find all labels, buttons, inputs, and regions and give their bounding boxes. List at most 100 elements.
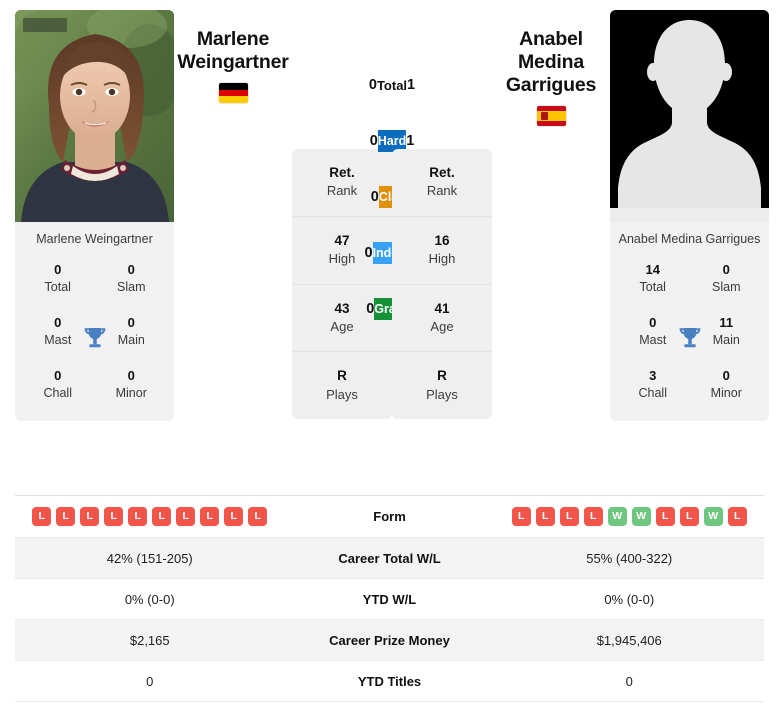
- table-row-form: LLLLLLLLLL Form LLLLWWLLWL: [15, 496, 764, 538]
- player-stat-card-right: Ret. Rank 16 High 41 Age R Plays: [392, 149, 492, 420]
- title-stat-label: Slam: [117, 279, 146, 294]
- title-stat-minor: 0 Minor: [95, 364, 169, 405]
- form-badge-l: L: [80, 507, 100, 526]
- title-stat-value: 0: [127, 261, 135, 277]
- stat-value: R: [337, 368, 347, 384]
- h2h-right-score: 1: [406, 133, 415, 149]
- title-stat-label: Slam: [712, 279, 741, 294]
- player-name-right-line1: Anabel Medina: [518, 28, 584, 73]
- form-badge-l: L: [176, 507, 196, 526]
- trophy-icon: [80, 325, 110, 355]
- form-badge-l: L: [200, 507, 220, 526]
- row-label-career-prize-money: Career Prize Money: [329, 632, 450, 648]
- row-label-form: Form: [373, 509, 406, 524]
- title-stat-value: 0: [127, 367, 135, 383]
- stat-plays-left: R Plays: [292, 352, 392, 419]
- form-strip-right: LLLLWWLLWL: [495, 507, 765, 526]
- title-stat-value: 0: [722, 367, 730, 383]
- player-name-column-left: Marlene Weingartner: [174, 10, 292, 107]
- stat-label: High: [428, 250, 456, 266]
- title-stat-label: Total: [639, 279, 666, 294]
- flag-es-icon: [536, 106, 566, 126]
- player-photo-placeholder-silhouette-image: [610, 10, 769, 222]
- titles-grid-right: 14 Total 0 Slam 0 Mast 11 Main 3 Chall 0…: [610, 256, 769, 421]
- title-stat-total: 14 Total: [616, 258, 690, 299]
- table-row-ytd-titles: 0 YTD Titles 0: [15, 661, 764, 702]
- h2h-left-score: 0: [364, 245, 373, 261]
- form-badge-l: L: [152, 507, 172, 526]
- title-stat-value: 3: [649, 367, 657, 383]
- player-card-right[interactable]: Anabel Medina Garrigues 14 Total 0 Slam …: [610, 10, 769, 422]
- player-photo-caption-left: Marlene Weingartner: [36, 232, 153, 246]
- form-badge-l: L: [56, 507, 76, 526]
- stat-value: 16: [434, 232, 450, 248]
- table-row-career-prize-money: $2,165 Career Prize Money $1,945,406: [15, 620, 764, 661]
- stat-value: Ret.: [329, 165, 355, 180]
- titles-grid-left: 0 Total 0 Slam 0 Mast 0 Main 0 Chall 0 M…: [15, 256, 174, 421]
- form-badge-l: L: [679, 507, 699, 526]
- head-to-head-comparison: Marlene Weingartner 0 Total 0 Slam 0 Mas…: [0, 0, 779, 495]
- title-stat-value: 14: [645, 261, 660, 277]
- form-badge-l: L: [224, 507, 244, 526]
- value-left: 0: [146, 673, 154, 689]
- player-name-left-line1: Marlene: [196, 28, 270, 50]
- row-label-career-total-wl: Career Total W/L: [338, 550, 441, 566]
- stat-value: 41: [434, 300, 450, 316]
- form-badge-l: L: [535, 507, 555, 526]
- player-name-left: Marlene Weingartner: [174, 28, 292, 74]
- table-row-career-total-wl: 42% (151-205) Career Total W/L 55% (400-…: [15, 538, 764, 579]
- title-stat-minor: 0 Minor: [690, 364, 764, 405]
- flag-wrap-right: [492, 106, 610, 130]
- title-stat-label: Minor: [115, 385, 147, 400]
- table-row-ytd-wl: 0% (0-0) YTD W/L 0% (0-0): [15, 579, 764, 620]
- form-badge-l: L: [511, 507, 531, 526]
- title-stat-label: Chall: [43, 385, 73, 400]
- form-badge-l: L: [104, 507, 124, 526]
- stat-plays-right: R Plays: [392, 352, 492, 419]
- value-right: 55% (400-322): [586, 550, 673, 566]
- player-photo-right: [610, 10, 769, 222]
- h2h-right-score: 1: [407, 77, 416, 93]
- flag-de-icon: [218, 83, 248, 103]
- player-name-right: Anabel Medina Garrigues: [492, 28, 610, 97]
- title-stat-label: Chall: [638, 385, 668, 400]
- value-right: 0% (0-0): [604, 591, 655, 607]
- row-label-ytd-wl: YTD W/L: [362, 591, 417, 607]
- stat-label: Plays: [326, 386, 358, 402]
- form-badge-w: W: [631, 507, 651, 526]
- value-left: 42% (151-205): [106, 550, 193, 566]
- stat-high-right: 16 High: [392, 217, 492, 285]
- stat-value: R: [437, 368, 447, 384]
- title-stat-slam: 0 Slam: [690, 258, 764, 299]
- player-photo-marlene-weingartner-image: [15, 10, 174, 222]
- value-left: 0% (0-0): [124, 591, 175, 607]
- title-stat-chall: 3 Chall: [616, 364, 690, 405]
- form-badge-w: W: [703, 507, 723, 526]
- trophy-icon: [675, 325, 705, 355]
- title-stat-value: 0: [722, 261, 730, 277]
- player-comparison-page: Marlene Weingartner 0 Total 0 Slam 0 Mas…: [0, 0, 779, 719]
- form-strip-left: LLLLLLLLLL: [15, 507, 285, 526]
- stat-rank-right: Ret. Rank: [392, 149, 492, 217]
- form-badge-l: L: [559, 507, 579, 526]
- form-badge-l: L: [128, 507, 148, 526]
- value-right: $1,945,406: [596, 632, 662, 648]
- row-label-ytd-titles: YTD Titles: [357, 673, 422, 689]
- title-stat-slam: 0 Slam: [95, 258, 169, 299]
- comparison-stats-table: LLLLLLLLLL Form LLLLWWLLWL 42% (151-205)…: [0, 496, 779, 702]
- stat-rank-left: Ret. Rank: [292, 149, 392, 217]
- value-left: $2,165: [129, 632, 170, 648]
- form-badge-w: W: [607, 507, 627, 526]
- form-badge-l: L: [32, 507, 52, 526]
- stat-label: Age: [330, 318, 354, 334]
- player-name-right-line2: Garrigues: [505, 74, 597, 96]
- form-badge-l: L: [583, 507, 603, 526]
- title-stat-label: Minor: [710, 385, 742, 400]
- title-stat-chall: 0 Chall: [21, 364, 95, 405]
- form-cell-right: LLLLWWLLWL: [495, 507, 765, 526]
- h2h-left-score: 0: [370, 189, 379, 205]
- h2h-left-score: 0: [366, 301, 375, 317]
- stat-value: Ret.: [429, 165, 455, 180]
- h2h-left-score: 0: [368, 77, 377, 93]
- player-card-left[interactable]: Marlene Weingartner 0 Total 0 Slam 0 Mas…: [15, 10, 174, 422]
